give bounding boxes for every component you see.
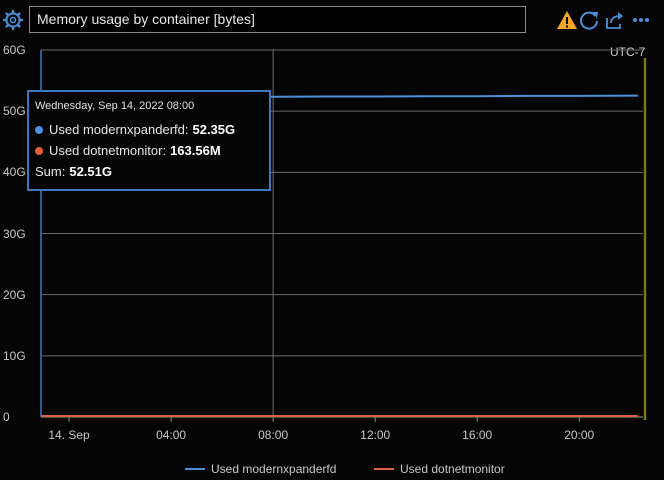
tooltip: Wednesday, Sep 14, 2022 08:00 Used moder… <box>27 90 271 191</box>
tooltip-sum-label: Sum: <box>35 164 66 179</box>
series1-dot-icon <box>35 125 43 134</box>
tooltip-label: Used modernxpanderfd: <box>49 122 189 137</box>
y-tick-label: 10G <box>3 348 26 363</box>
tooltip-row-series1: Used modernxpanderfd: 52.35G <box>35 119 263 140</box>
y-tick-label: 60G <box>3 43 26 57</box>
x-tick-label: 14. Sep <box>48 428 90 442</box>
tooltip-sum-value: 52.51G <box>69 164 112 179</box>
tooltip-label: Used dotnetmonitor: <box>49 143 167 158</box>
y-tick-label: 30G <box>3 226 26 241</box>
x-tick-label: 12:00 <box>360 428 391 442</box>
y-tick-label: 50G <box>3 104 26 119</box>
x-tick-label: 16:00 <box>462 428 493 442</box>
x-tick-label: 04:00 <box>156 428 187 442</box>
tooltip-value: 163.56M <box>170 143 221 158</box>
chart-panel: Memory usage by container [bytes] UTC-7 … <box>0 0 664 480</box>
x-tick-label: 08:00 <box>258 428 289 442</box>
legend-label: Used dotnetmonitor <box>400 462 505 476</box>
tooltip-row-series2: Used dotnetmonitor: 163.56M <box>35 140 263 161</box>
tooltip-date: Wednesday, Sep 14, 2022 08:00 <box>35 100 195 112</box>
legend-item-series2[interactable]: Used dotnetmonitor <box>374 461 505 477</box>
legend-swatch <box>185 468 205 470</box>
series2-dot-icon <box>35 146 43 155</box>
legend-label: Used modernxpanderfd <box>211 462 337 476</box>
legend-item-series1[interactable]: Used modernxpanderfd <box>185 461 336 477</box>
y-tick-label: 40G <box>3 165 26 180</box>
plot-area[interactable] <box>0 0 664 480</box>
y-tick-label: 0 <box>3 410 10 424</box>
tooltip-value: 52.35G <box>192 122 236 137</box>
y-tick-label: 20G <box>3 287 26 302</box>
tooltip-sum: Sum: 52.51G <box>35 161 263 182</box>
legend-swatch <box>374 468 394 470</box>
x-tick-label: 20:00 <box>564 428 595 442</box>
